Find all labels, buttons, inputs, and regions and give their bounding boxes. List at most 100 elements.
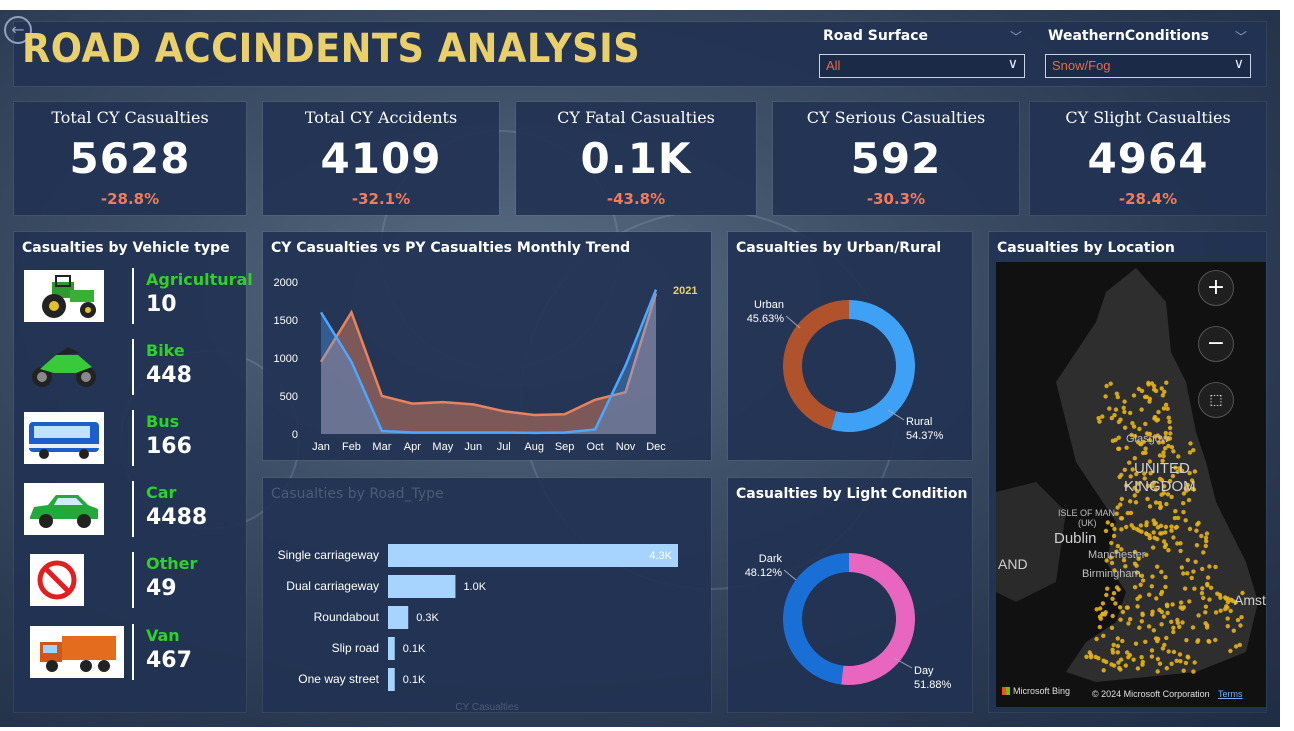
location-map-panel[interactable]: Casualties by Location Glasgow UNITED KI… bbox=[989, 232, 1266, 712]
map-label: Birmingham bbox=[1082, 568, 1141, 580]
vehicle-row-van[interactable]: Van 467 bbox=[14, 624, 244, 684]
location-point bbox=[1164, 666, 1169, 671]
location-point bbox=[1179, 565, 1184, 570]
weather-conditions-dropdown[interactable]: Snow/Fog ∨ bbox=[1045, 54, 1251, 78]
kpi-card-total-accidents[interactable]: Total CY Accidents 4109 -32.1% bbox=[263, 102, 499, 215]
location-point bbox=[1131, 424, 1137, 429]
location-point bbox=[1192, 469, 1198, 474]
location-point bbox=[1186, 497, 1192, 503]
location-point bbox=[1177, 624, 1182, 629]
location-point bbox=[1163, 524, 1169, 530]
select-area-icon[interactable]: ⬚ bbox=[1198, 382, 1234, 418]
monthly-trend-panel[interactable]: CY Casualties vs PY Casualties Monthly T… bbox=[263, 232, 711, 460]
light-condition-panel[interactable]: Casualties by Light Condition Dark 48.12%… bbox=[728, 478, 972, 712]
location-point bbox=[1163, 584, 1168, 590]
location-point bbox=[1150, 545, 1156, 550]
vehicle-row-car[interactable]: Car 4488 bbox=[14, 481, 244, 541]
location-point bbox=[1084, 654, 1089, 659]
vehicle-row-other[interactable]: Other 49 bbox=[14, 552, 244, 612]
location-point bbox=[1137, 426, 1142, 432]
kpi-delta: -30.3% bbox=[866, 190, 926, 208]
location-point bbox=[1110, 647, 1115, 652]
location-point bbox=[1109, 662, 1114, 667]
location-point bbox=[1139, 655, 1144, 660]
location-point bbox=[1151, 530, 1156, 535]
map-label: (UK) bbox=[1078, 518, 1097, 528]
location-point bbox=[1118, 617, 1123, 622]
road-type-panel[interactable]: Casualties by Road_Type Single carriagew… bbox=[263, 478, 711, 712]
kpi-card-serious-casualties[interactable]: CY Serious Casualties 592 -30.3% bbox=[773, 102, 1019, 215]
separator bbox=[132, 552, 134, 608]
zoom-in-button[interactable]: + bbox=[1198, 270, 1234, 306]
location-point bbox=[1169, 445, 1175, 450]
location-point bbox=[1189, 575, 1194, 581]
page-title: ROAD ACCINDENTS ANALYSIS bbox=[22, 26, 641, 72]
location-point bbox=[1166, 649, 1171, 654]
location-point bbox=[1188, 441, 1193, 446]
map-title: Casualties by Location bbox=[997, 240, 1175, 256]
location-point bbox=[1118, 667, 1123, 672]
location-point bbox=[1187, 450, 1193, 455]
slice-value: 54.37% bbox=[906, 430, 944, 442]
urban-rural-panel[interactable]: Casualties by Urban/Rural Urban 45.63% Rur… bbox=[728, 232, 972, 460]
x-tick-label: May bbox=[432, 441, 453, 453]
road-surface-dropdown[interactable]: All ∨ bbox=[819, 54, 1025, 78]
kpi-delta: -28.4% bbox=[1118, 190, 1178, 208]
separator bbox=[132, 624, 134, 680]
location-point bbox=[1172, 515, 1178, 521]
category-label: One way street bbox=[298, 672, 379, 686]
location-point bbox=[1171, 449, 1176, 454]
vehicle-row-agricultural[interactable]: Agricultural 10 bbox=[14, 268, 253, 328]
location-point bbox=[1155, 564, 1160, 569]
location-point bbox=[1143, 446, 1148, 451]
terms-link[interactable]: Terms bbox=[1218, 689, 1243, 699]
location-point bbox=[1154, 596, 1159, 601]
location-point bbox=[1181, 571, 1186, 576]
location-point bbox=[1115, 643, 1121, 649]
location-point bbox=[1101, 668, 1106, 673]
location-point bbox=[1192, 586, 1197, 591]
kpi-title: Total CY Accidents bbox=[304, 108, 458, 127]
location-point bbox=[1121, 405, 1126, 410]
zoom-out-button[interactable]: − bbox=[1198, 326, 1234, 362]
vehicle-value: 166 bbox=[146, 434, 192, 459]
location-point bbox=[1147, 592, 1152, 597]
map-view[interactable]: Glasgow UNITED KINGDOM ISLE OF MAN (UK) … bbox=[996, 262, 1266, 707]
donut-slice bbox=[782, 300, 849, 430]
location-point bbox=[1171, 629, 1176, 635]
vehicle-row-bike[interactable]: Bike 448 bbox=[14, 339, 244, 399]
location-point bbox=[1118, 516, 1124, 521]
location-point bbox=[1149, 584, 1154, 589]
location-point bbox=[1119, 472, 1124, 478]
bar bbox=[388, 575, 456, 598]
chevron-down-icon[interactable]: ﹀ bbox=[1235, 28, 1247, 45]
data-label: 0.1K bbox=[403, 643, 426, 655]
location-point bbox=[1124, 524, 1129, 530]
location-point bbox=[1150, 574, 1155, 579]
kpi-delta: -28.8% bbox=[100, 190, 160, 208]
kpi-card-total-casualties[interactable]: Total CY Casualties 5628 -28.8% bbox=[14, 102, 246, 215]
location-point bbox=[1122, 409, 1127, 415]
location-point bbox=[1159, 531, 1165, 536]
location-point bbox=[1124, 445, 1129, 450]
location-point bbox=[1135, 604, 1140, 609]
light-condition-donut: Dark 48.12% Day 51.88% bbox=[745, 553, 952, 691]
location-point bbox=[1136, 528, 1142, 533]
location-point bbox=[1087, 650, 1092, 655]
location-point bbox=[1169, 528, 1174, 533]
location-point bbox=[1100, 612, 1105, 617]
location-point bbox=[1207, 597, 1212, 602]
donut-slice bbox=[831, 300, 915, 432]
location-point bbox=[1158, 505, 1163, 511]
chevron-down-icon[interactable]: ﹀ bbox=[1010, 28, 1022, 45]
kpi-card-fatal-casualties[interactable]: CY Fatal Casualties 0.1K -43.8% bbox=[516, 102, 756, 215]
vehicle-row-bus[interactable]: Bus 166 bbox=[14, 410, 244, 470]
location-point bbox=[1159, 386, 1164, 391]
location-point bbox=[1140, 659, 1145, 665]
copyright-text: © 2024 Microsoft Corporation bbox=[1092, 689, 1210, 699]
donut-slice bbox=[782, 553, 849, 685]
location-point bbox=[1112, 526, 1117, 532]
location-point bbox=[1101, 633, 1106, 638]
kpi-card-slight-casualties[interactable]: CY Slight Casualties 4964 -28.4% bbox=[1030, 102, 1266, 215]
bar bbox=[388, 668, 395, 691]
